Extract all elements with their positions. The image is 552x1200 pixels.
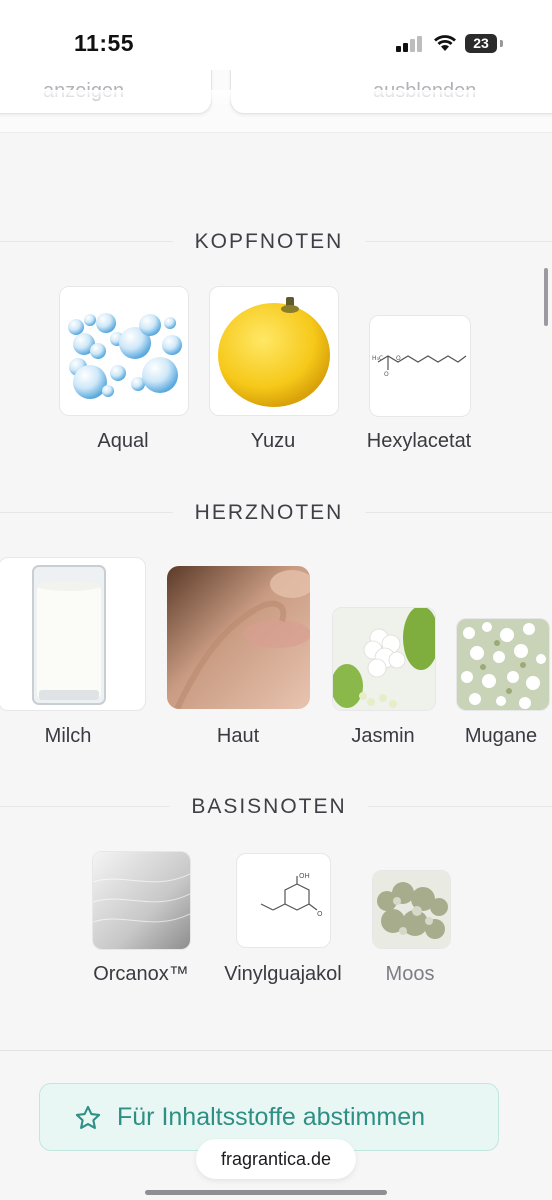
skin-image [167, 566, 310, 709]
note-label: Mugane [464, 725, 538, 747]
svg-text:O: O [396, 355, 401, 362]
note-label: Hexylacetat [366, 430, 472, 452]
cellular-signal-icon [396, 36, 422, 52]
wifi-icon [434, 35, 456, 51]
fur-image [92, 851, 191, 950]
battery-icon: 23 [465, 34, 497, 53]
scrollbar[interactable] [544, 268, 548, 326]
basisnoten-header: BASISNOTEN [0, 785, 552, 829]
svg-text:O: O [384, 371, 389, 378]
url-bar[interactable]: fragrantica.de [196, 1139, 356, 1179]
star-icon [75, 1105, 101, 1129]
moss-image [372, 870, 451, 949]
milk-glass-image [0, 557, 146, 711]
herznoten-header: HERZNOTEN [0, 491, 552, 535]
content-divider [0, 1050, 552, 1051]
note-label: Haut [216, 725, 260, 747]
svg-text:OH: OH [299, 872, 310, 880]
kopfnoten-title: KOPFNOTEN [172, 220, 366, 264]
molecule-image: H₃C O O [369, 315, 471, 417]
note-label: Milch [44, 725, 92, 747]
svg-text:H₃C: H₃C [372, 355, 383, 362]
home-indicator[interactable] [145, 1190, 387, 1195]
note-label: Aqual [97, 430, 149, 452]
note-label: Orcanox™ [93, 963, 189, 985]
top-fade [0, 90, 552, 106]
vote-button-label: Für Inhaltsstoffe abstimmen [117, 1103, 426, 1131]
note-label: Vinylguajakol [224, 963, 342, 985]
basisnoten-title: BASISNOTEN [169, 785, 369, 829]
molecule-image: OH O [236, 853, 331, 948]
jasmine-image [332, 607, 436, 711]
status-time: 11:55 [74, 30, 135, 56]
note-label: Moos [385, 963, 435, 985]
white-flowers-image [456, 618, 550, 711]
note-label: Yuzu [250, 430, 296, 452]
kopfnoten-header: KOPFNOTEN [0, 220, 552, 264]
bubbles-image [59, 286, 189, 416]
battery-tip [500, 40, 503, 47]
svg-text:O: O [317, 910, 323, 918]
yuzu-image [209, 286, 339, 416]
note-label: Jasmin [351, 725, 415, 747]
herznoten-title: HERZNOTEN [172, 491, 366, 535]
